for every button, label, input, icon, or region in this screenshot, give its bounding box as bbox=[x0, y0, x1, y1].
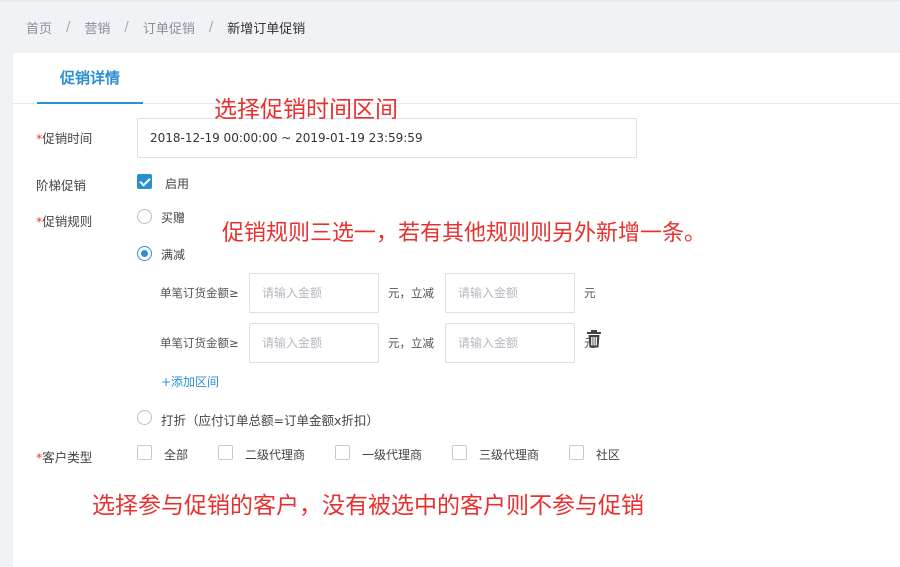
promo-time-label: *促销时间 bbox=[36, 131, 93, 146]
promo-rule-label: *促销规则 bbox=[36, 214, 93, 229]
breadcrumb-home[interactable]: 首页 bbox=[26, 18, 52, 37]
rule-gift-radio[interactable] bbox=[137, 209, 152, 224]
annotation-time: 选择促销时间区间 bbox=[214, 97, 398, 123]
breadcrumb-separator: / bbox=[66, 19, 71, 35]
rule-discount-radio[interactable] bbox=[137, 410, 152, 425]
customer-level1-label: 一级代理商 bbox=[362, 448, 423, 462]
breadcrumb: 首页 / 营销 / 订单促销 / 新增订单促销 bbox=[26, 18, 306, 37]
breadcrumb-separator: / bbox=[124, 19, 129, 35]
breadcrumb-order-promo[interactable]: 订单促销 bbox=[143, 18, 195, 37]
rule-reduce-radio[interactable] bbox=[137, 246, 152, 261]
tier1-amount-input[interactable] bbox=[249, 273, 379, 313]
add-range-link[interactable]: +添加区间 bbox=[161, 373, 219, 390]
tier2-amount-input[interactable] bbox=[249, 323, 379, 363]
tier1-amount-label: 单笔订货金额≥ bbox=[160, 286, 239, 300]
rule-discount-label: 打折（应付订单总额=订单金额x折扣） bbox=[161, 413, 379, 428]
breadcrumb-marketing[interactable]: 营销 bbox=[84, 18, 110, 37]
customer-all-label: 全部 bbox=[164, 448, 189, 462]
customer-level1-checkbox[interactable] bbox=[335, 445, 350, 460]
customer-level2-label: 二级代理商 bbox=[245, 448, 306, 462]
tiered-enable-label: 启用 bbox=[165, 177, 190, 191]
promo-time-range-picker[interactable]: 2018-12-19 00:00:00 ~ 2019-01-19 23:59:5… bbox=[137, 118, 637, 158]
breadcrumb-separator: / bbox=[208, 19, 214, 35]
customer-type-label: *客户类型 bbox=[36, 450, 93, 465]
tab-bar: 促销详情 bbox=[13, 53, 900, 104]
tier1-reduce-label: 元，立减 bbox=[388, 286, 434, 300]
rule-reduce-label: 满减 bbox=[161, 248, 186, 262]
tier2-amount-label: 单笔订货金额≥ bbox=[160, 336, 239, 350]
customer-community-label: 社区 bbox=[596, 448, 621, 462]
customer-level3-checkbox[interactable] bbox=[452, 445, 467, 460]
tiered-enable-checkbox[interactable] bbox=[137, 174, 152, 189]
customer-level2-checkbox[interactable] bbox=[218, 445, 233, 460]
top-border bbox=[0, 0, 900, 2]
customer-level3-label: 三级代理商 bbox=[479, 448, 540, 462]
tier2-reduce-label: 元，立减 bbox=[388, 336, 434, 350]
tier1-reduce-input[interactable] bbox=[445, 273, 575, 313]
tiered-promo-label: 阶梯促销 bbox=[36, 178, 87, 193]
tab-promo-details[interactable]: 促销详情 bbox=[37, 53, 143, 104]
tier1-unit: 元 bbox=[584, 286, 596, 300]
rule-gift-label: 买赠 bbox=[161, 211, 186, 225]
customer-all-checkbox[interactable] bbox=[137, 445, 152, 460]
breadcrumb-current: 新增订单促销 bbox=[227, 21, 306, 37]
trash-icon[interactable] bbox=[586, 330, 602, 348]
annotation-customers: 选择参与促销的客户，没有被选中的客户则不参与促销 bbox=[92, 493, 644, 519]
customer-community-checkbox[interactable] bbox=[569, 445, 584, 460]
tier2-reduce-input[interactable] bbox=[445, 323, 575, 363]
annotation-rules: 促销规则三选一，若有其他规则则另外新增一条。 bbox=[222, 221, 707, 246]
